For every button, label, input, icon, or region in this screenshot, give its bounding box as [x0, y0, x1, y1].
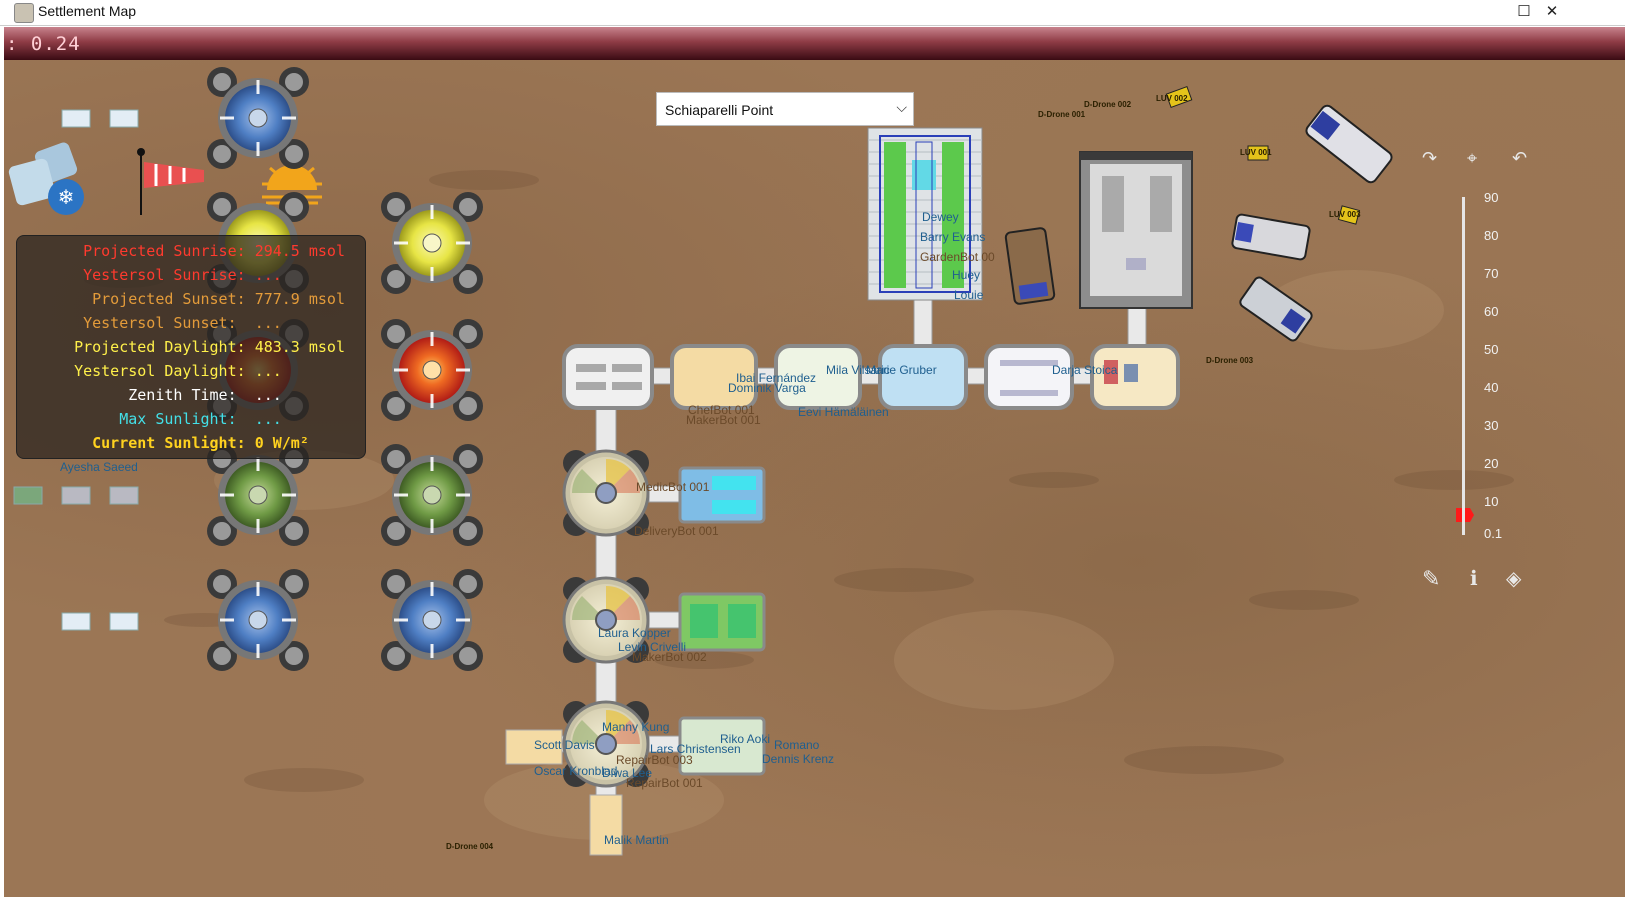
person-label[interactable]: Romano — [774, 738, 819, 752]
zoom-tick-label: 10 — [1484, 494, 1499, 509]
zoom-tick-label: 40 — [1484, 380, 1499, 395]
vehicle-label[interactable]: LUV 003 — [1329, 210, 1361, 219]
person-label[interactable]: Barry Evans — [920, 230, 985, 244]
window-titlebar: Settlement Map ☐ ✕ — [0, 0, 1625, 26]
sunrise-value: 294.5 msol — [254, 242, 345, 260]
rotate-cw-icon[interactable]: ↷ — [1422, 148, 1437, 169]
person-label[interactable]: MakerBot 001 — [686, 413, 761, 427]
person-label[interactable]: Ayesha Saeed — [60, 460, 138, 474]
zoom-tick-label: 20 — [1484, 456, 1499, 471]
person-label[interactable]: Huey — [952, 268, 980, 282]
layers-icon[interactable]: ◈ — [1506, 566, 1521, 591]
person-label[interactable]: Darja Stoica — [1052, 363, 1117, 377]
person-label[interactable]: DeliveryBot 001 — [634, 524, 719, 538]
yestersol-sunrise-value: ... — [254, 266, 282, 284]
daylight-label: Projected Daylight: — [74, 338, 246, 356]
current-sunlight-row: Current Sunlight: 0 W/m² — [92, 434, 345, 452]
zoom-tick-label: 0.1 — [1484, 526, 1503, 541]
yestersol-daylight-label: Yestersol Daylight: — [74, 362, 246, 380]
zoom-marker — [1456, 508, 1474, 522]
vehicle-label[interactable]: D-Drone 004 — [446, 842, 493, 851]
yestersol-daylight-value: ... — [254, 362, 282, 380]
pencil-icon[interactable]: ✎ — [1422, 566, 1440, 592]
sunlight-info-panel: Projected Sunrise: 294.5 msol Yestersol … — [16, 235, 366, 459]
person-label[interactable]: Eevi Hämäläinen — [798, 405, 889, 419]
person-label[interactable]: Laura Kopper — [598, 626, 671, 640]
weather-snow-icon: ❄ — [8, 142, 84, 215]
zenith-row: Zenith Time: ... — [128, 386, 345, 404]
daylight-row: Projected Daylight: 483.3 msol — [74, 338, 345, 356]
app-icon — [14, 3, 34, 23]
workshop-building — [1079, 151, 1193, 309]
map-canvas[interactable]: ❄ — [4, 60, 1625, 897]
yestersol-daylight-row: Yestersol Daylight: ... — [74, 362, 345, 380]
daylight-value: 483.3 msol — [254, 338, 345, 356]
settlement-select[interactable]: Schiaparelli Point ⌵ — [656, 92, 914, 126]
settlement-map[interactable]: ❄ Schiaparelli Point ⌵ Dewey Barry Evans… — [4, 60, 1625, 897]
zoom-tick-label: 30 — [1484, 418, 1499, 433]
center-icon[interactable]: ⌖ — [1467, 148, 1477, 169]
person-label[interactable]: MedicBot 001 — [636, 480, 709, 494]
sunset-value: 777.9 msol — [254, 290, 345, 308]
rover-4 — [1004, 227, 1056, 305]
sunrise-label: Projected Sunrise: — [83, 242, 246, 260]
zenith-label: Zenith Time: — [128, 386, 237, 404]
zenith-value: ... — [254, 386, 282, 404]
person-label[interactable]: Louie — [954, 288, 983, 302]
settlement-select-value: Schiaparelli Point — [665, 102, 774, 118]
max-sunlight-value: ... — [254, 410, 282, 428]
vehicle-label[interactable]: D-Drone 003 — [1206, 356, 1253, 365]
zoom-tick-label: 70 — [1484, 266, 1499, 281]
yestersol-sunset-label: Yestersol Sunset: — [83, 314, 237, 332]
zoom-tick-label: 80 — [1484, 228, 1499, 243]
window-title: Settlement Map — [38, 3, 137, 19]
svg-text:❄: ❄ — [58, 185, 75, 209]
person-label[interactable]: Dewey — [922, 210, 959, 224]
yestersol-sunrise-row: Yestersol Sunrise: ... — [83, 266, 345, 284]
yestersol-sunset-value: ... — [254, 314, 282, 332]
close-button[interactable]: ✕ — [1542, 2, 1562, 20]
vehicle-label[interactable]: LUV 001 — [1240, 148, 1272, 157]
zoom-tick-label: 60 — [1484, 304, 1499, 319]
person-label[interactable]: GardenBot 00 — [920, 250, 995, 264]
person-label[interactable]: MakerBot 002 — [632, 650, 707, 664]
sunrise-row: Projected Sunrise: 294.5 msol — [83, 242, 345, 260]
sunset-label: Projected Sunset: — [92, 290, 246, 308]
person-label[interactable]: RepairBot 001 — [626, 776, 703, 790]
person-label[interactable]: Manny Kung — [602, 720, 669, 734]
sunset-row: Projected Sunset: 777.9 msol — [92, 290, 345, 308]
person-label[interactable]: Malik Martin — [604, 833, 669, 847]
rover-1 — [1305, 104, 1393, 184]
vehicle-label[interactable]: D-Drone 002 — [1084, 100, 1131, 109]
yestersol-sunset-row: Yestersol Sunset: ... — [83, 314, 345, 332]
module-dorm — [984, 344, 1074, 410]
yestersol-sunrise-label: Yestersol Sunrise: — [83, 266, 246, 284]
module-lounge — [562, 344, 654, 410]
max-sunlight-row: Max Sunlight: ... — [119, 410, 345, 428]
chevron-down-icon: ⌵ — [896, 99, 907, 115]
info-icon[interactable]: ℹ — [1470, 566, 1478, 591]
person-label[interactable]: Marie Gruber — [866, 363, 937, 377]
zoom-slider[interactable] — [1462, 197, 1465, 535]
current-sunlight-label: Current Sunlight: — [92, 434, 246, 452]
person-label[interactable]: Scott Davis — [534, 738, 595, 752]
time-ratio-bar: : 0.24 — [4, 27, 1625, 60]
zoom-tick-label: 50 — [1484, 342, 1499, 357]
module-command — [878, 344, 968, 410]
person-label[interactable]: Dennis Krenz — [762, 752, 834, 766]
person-label[interactable]: Dominik Varga — [728, 381, 806, 395]
rover-2 — [1231, 213, 1311, 261]
current-sunlight-value: 0 W/m² — [254, 434, 309, 452]
zoom-tick-label: 90 — [1484, 190, 1499, 205]
vehicle-label[interactable]: D-Drone 001 — [1038, 110, 1085, 119]
rotate-ccw-icon[interactable]: ↶ — [1512, 148, 1527, 169]
vehicle-label[interactable]: LUV 002 — [1156, 94, 1188, 103]
person-label[interactable]: RepairBot 003 — [616, 753, 693, 767]
time-ratio-readout: : 0.24 — [6, 33, 81, 55]
max-sunlight-label: Max Sunlight: — [119, 410, 237, 428]
maximize-button[interactable]: ☐ — [1514, 2, 1534, 20]
windsock-icon — [137, 148, 204, 215]
